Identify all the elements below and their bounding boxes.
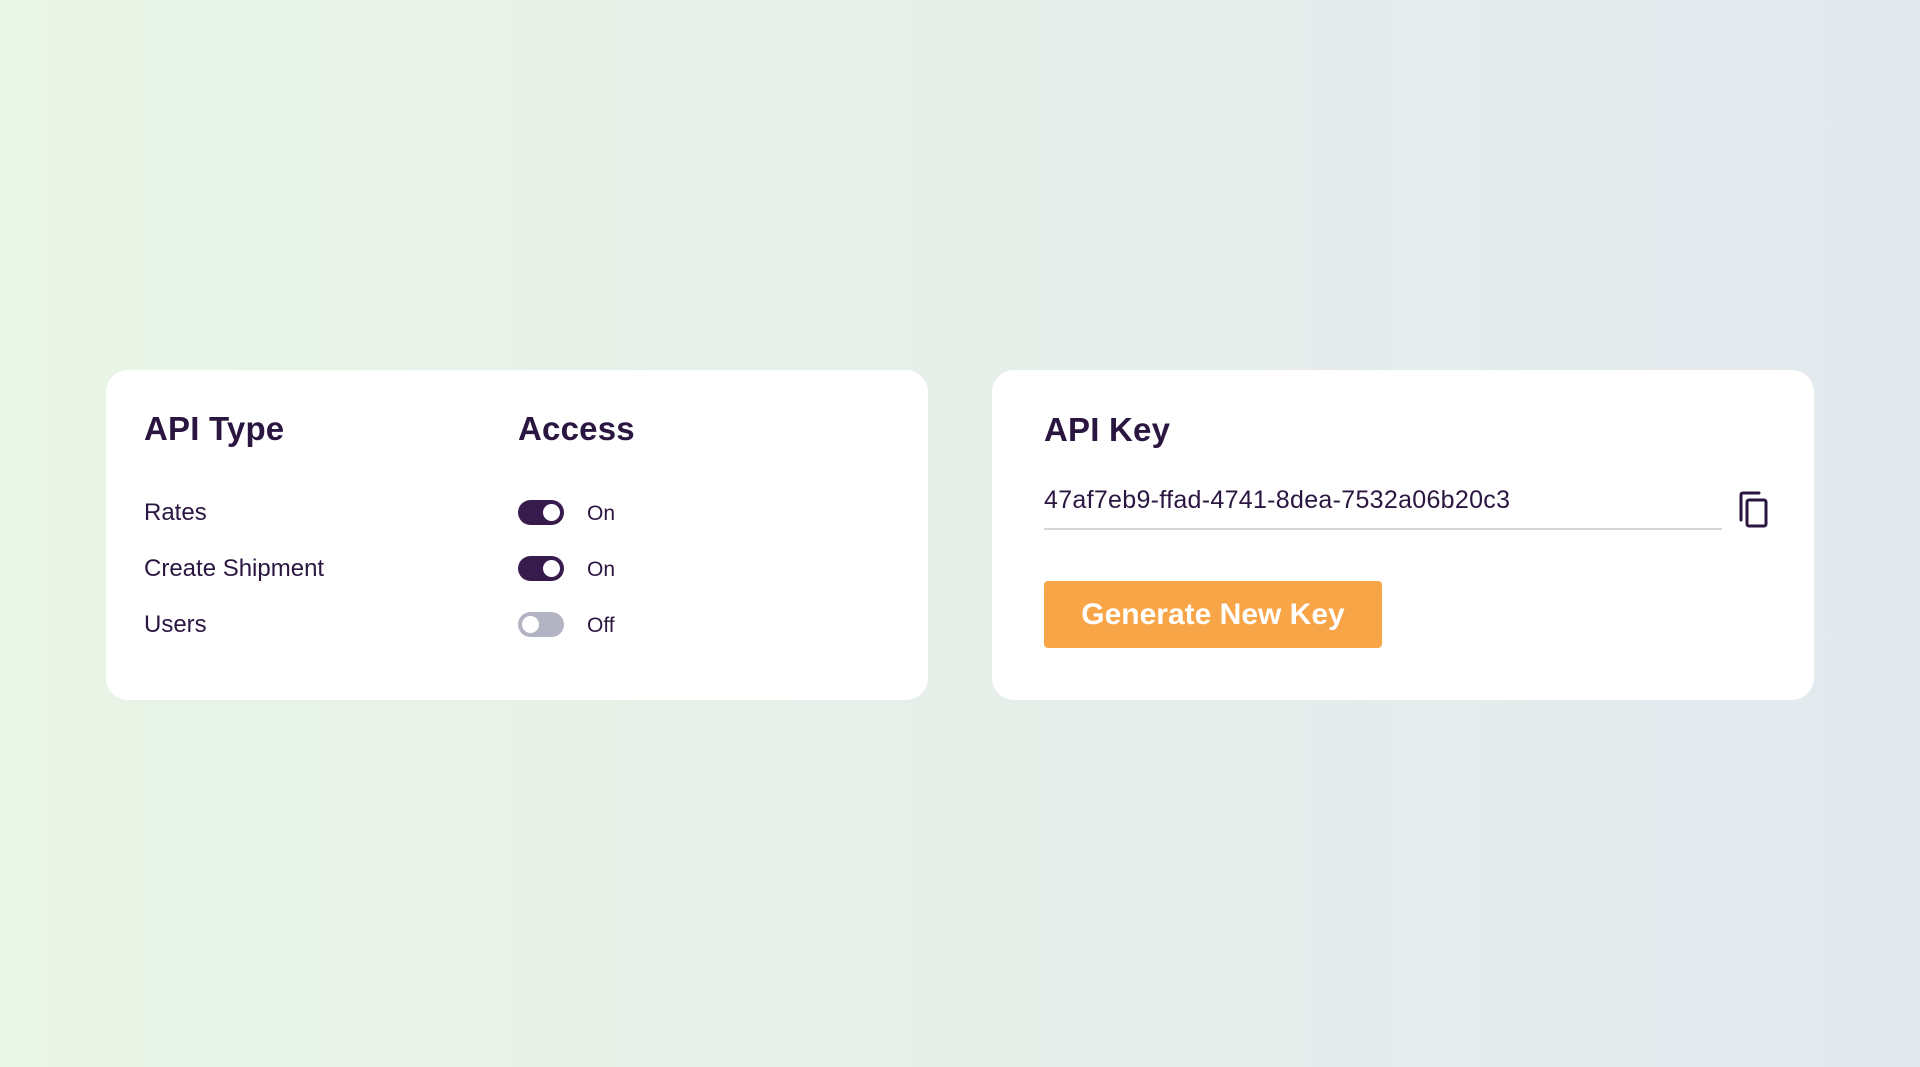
access-heading: Access — [518, 410, 635, 447]
users-access-toggle[interactable] — [518, 612, 564, 637]
toggle-state-label: On — [587, 502, 616, 525]
api-row-label: Create Shipment — [144, 555, 325, 582]
api-key-card: API Key 47af7eb9-ffad-4741-8dea-7532a06b… — [992, 370, 1814, 700]
create-shipment-access-toggle[interactable] — [518, 556, 564, 581]
api-access-card: API Type Access Rates On Create Shipment… — [106, 370, 928, 700]
api-key-value[interactable]: 47af7eb9-ffad-4741-8dea-7532a06b20c3 — [1044, 486, 1510, 515]
toggle-state-label: On — [587, 558, 616, 581]
toggle-knob — [522, 616, 539, 633]
copy-icon-graphic — [1739, 491, 1768, 528]
rates-access-toggle[interactable] — [518, 500, 564, 525]
api-key-heading: API Key — [1044, 411, 1171, 448]
toggle-knob — [543, 504, 560, 521]
generate-new-key-button[interactable]: Generate New Key — [1044, 581, 1382, 648]
api-key-field[interactable]: 47af7eb9-ffad-4741-8dea-7532a06b20c3 — [1044, 484, 1722, 530]
toggle-knob — [543, 560, 560, 577]
copy-icon[interactable] — [1736, 490, 1770, 530]
api-row-label: Rates — [144, 499, 207, 526]
api-type-heading: API Type — [144, 410, 285, 447]
api-row-rates: Rates On — [106, 493, 928, 533]
api-row-users: Users Off — [106, 605, 928, 645]
api-row-create-shipment: Create Shipment On — [106, 549, 928, 589]
toggle-state-label: Off — [587, 614, 615, 637]
api-row-label: Users — [144, 611, 207, 638]
